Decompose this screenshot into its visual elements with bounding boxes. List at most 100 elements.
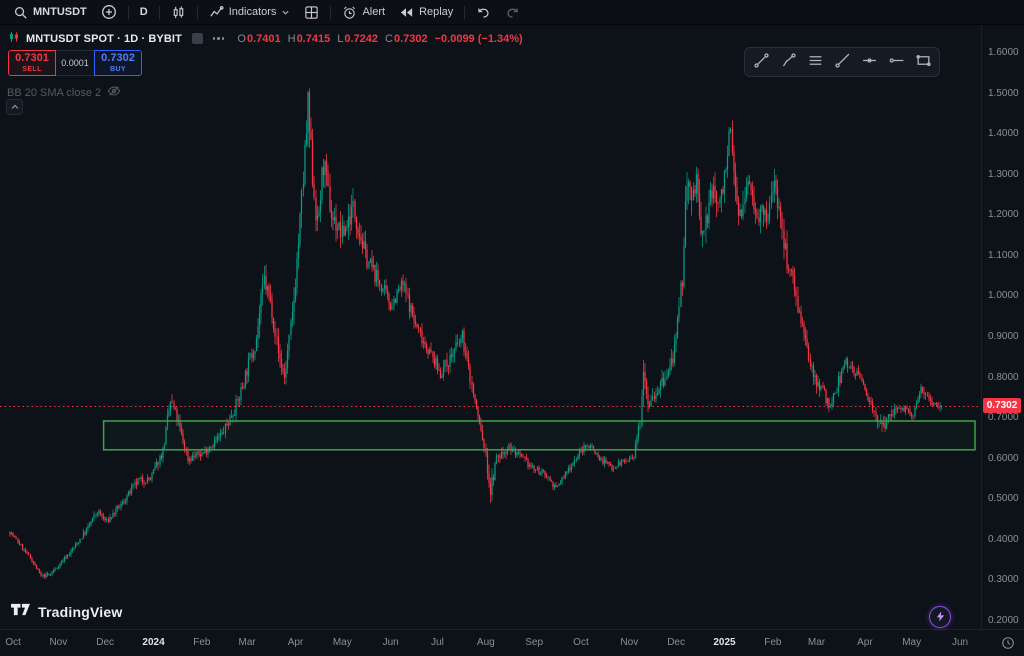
brand-name: TradingView xyxy=(38,604,122,620)
compare-add-button[interactable] xyxy=(94,2,124,22)
undo-button[interactable] xyxy=(469,2,498,22)
time-axis-label: Feb xyxy=(193,637,210,648)
trend-line-tool-button[interactable] xyxy=(748,51,774,73)
time-axis-label: Mar xyxy=(238,637,255,648)
symbol-search-button[interactable]: MNTUSDT xyxy=(6,2,94,22)
redo-icon xyxy=(505,5,520,20)
tradingview-logo xyxy=(10,601,31,623)
candles-icon xyxy=(171,5,186,20)
interval-button[interactable]: D xyxy=(133,2,155,22)
undo-icon xyxy=(476,5,491,20)
time-axis-label: 2024 xyxy=(142,637,164,648)
ohlc-values: O0.7401 H0.7415 L0.7242 C0.7302 −0.0099 … xyxy=(230,33,522,45)
brush-icon xyxy=(780,52,797,72)
indicators-button[interactable]: Indicators xyxy=(202,2,298,22)
redo-button[interactable] xyxy=(498,2,527,22)
price-chart-canvas[interactable] xyxy=(0,24,982,630)
toolbar-separator xyxy=(159,6,160,19)
replay-button[interactable]: Replay xyxy=(392,2,460,22)
current-price-tag: 0.7302 xyxy=(983,398,1021,413)
trade-panel: 0.7301 SELL 0.0001 0.7302 BUY xyxy=(8,50,142,76)
rectangle-icon xyxy=(915,52,932,72)
buy-label: BUY xyxy=(110,66,126,73)
layout-grid-button[interactable] xyxy=(297,2,326,22)
indicators-label: Indicators xyxy=(229,6,277,18)
price-axis-label: 0.3000 xyxy=(988,574,1019,585)
price-axis-label: 1.0000 xyxy=(988,290,1019,301)
tradingview-watermark[interactable]: TradingView xyxy=(10,601,122,623)
open-value: 0.7401 xyxy=(247,33,281,45)
price-axis[interactable]: 0.7302 1.6000 1.5000 1.4000 1.3000 1.2000 1.1… xyxy=(981,24,1024,630)
sell-label: SELL xyxy=(22,66,42,73)
time-axis-label: Mar xyxy=(808,637,825,648)
time-axis-label: Oct xyxy=(5,637,21,648)
rectangle-tool-button[interactable] xyxy=(910,51,936,73)
high-value: 0.7415 xyxy=(297,33,331,45)
ray-icon xyxy=(834,52,851,72)
low-label: L xyxy=(337,33,343,45)
legend-collapse-button[interactable] xyxy=(6,99,23,115)
parallel-lines-tool-button[interactable] xyxy=(802,51,828,73)
toolbar-separator xyxy=(197,6,198,19)
indicator-legend-row[interactable]: BB 20 SMA close 2 xyxy=(7,84,121,101)
close-value: 0.7302 xyxy=(394,33,428,45)
low-value: 0.7242 xyxy=(344,33,378,45)
time-axis-label: Oct xyxy=(573,637,589,648)
horizontal-line-tool-button[interactable] xyxy=(856,51,882,73)
horizontal-ray-icon xyxy=(888,52,905,72)
alert-label: Alert xyxy=(362,6,385,18)
drawing-toolbar xyxy=(744,47,940,77)
alert-button[interactable]: Alert xyxy=(335,2,392,22)
indicators-icon xyxy=(209,5,224,20)
time-axis-label: Aug xyxy=(477,637,495,648)
time-axis-label: Nov xyxy=(49,637,67,648)
legend-visibility-icon[interactable] xyxy=(192,33,203,44)
quick-actions-button[interactable] xyxy=(929,606,951,628)
horizontal-ray-tool-button[interactable] xyxy=(883,51,909,73)
time-axis-label: May xyxy=(333,637,352,648)
time-axis-label: Nov xyxy=(620,637,638,648)
eye-off-icon[interactable] xyxy=(107,84,121,101)
toolbar-separator xyxy=(464,6,465,19)
price-axis-label: 1.3000 xyxy=(988,169,1019,180)
high-label: H xyxy=(288,33,296,45)
price-axis-label: 1.6000 xyxy=(988,47,1019,58)
price-axis-label: 0.4000 xyxy=(988,534,1019,545)
time-axis-label: Dec xyxy=(96,637,114,648)
time-axis-label: Jul xyxy=(431,637,444,648)
time-axis-label: Dec xyxy=(667,637,685,648)
price-axis-label: 1.2000 xyxy=(988,209,1019,220)
ray-tool-button[interactable] xyxy=(829,51,855,73)
replay-label: Replay xyxy=(419,6,453,18)
layout-grid-icon xyxy=(304,5,319,20)
clock-icon[interactable] xyxy=(1001,636,1015,655)
spread-value: 0.0001 xyxy=(56,50,94,76)
legend-title[interactable]: MNTUSDT SPOT · 1D · BYBIT xyxy=(26,33,182,45)
price-axis-label: 1.5000 xyxy=(988,88,1019,99)
chevron-up-icon xyxy=(10,100,20,115)
price-axis-label: 0.9000 xyxy=(988,331,1019,342)
price-axis-label: 0.5000 xyxy=(988,493,1019,504)
time-axis[interactable]: OctNovDec2024FebMarAprMayJunJulAugSepOct… xyxy=(0,629,1024,656)
sell-button[interactable]: 0.7301 SELL xyxy=(8,50,56,76)
plus-circle-icon xyxy=(101,4,117,20)
lightning-icon xyxy=(935,610,946,625)
chart-type-button[interactable] xyxy=(164,2,193,22)
toolbar-separator xyxy=(128,6,129,19)
buy-button[interactable]: 0.7302 BUY xyxy=(94,50,142,76)
replay-icon xyxy=(399,5,414,20)
legend-more-button[interactable] xyxy=(213,37,225,40)
horizontal-line-icon xyxy=(861,52,878,72)
toolbar-separator xyxy=(330,6,331,19)
price-axis-label: 1.1000 xyxy=(988,250,1019,261)
brush-tool-button[interactable] xyxy=(775,51,801,73)
open-label: O xyxy=(237,33,246,45)
top-toolbar: MNTUSDT D xyxy=(0,0,1024,25)
search-icon xyxy=(13,5,28,20)
time-axis-label: Apr xyxy=(857,637,873,648)
time-axis-label: Jun xyxy=(383,637,399,648)
alarm-clock-icon xyxy=(342,5,357,20)
price-axis-label: 1.4000 xyxy=(988,128,1019,139)
time-axis-label: May xyxy=(902,637,921,648)
symbol-label: MNTUSDT xyxy=(33,6,87,18)
